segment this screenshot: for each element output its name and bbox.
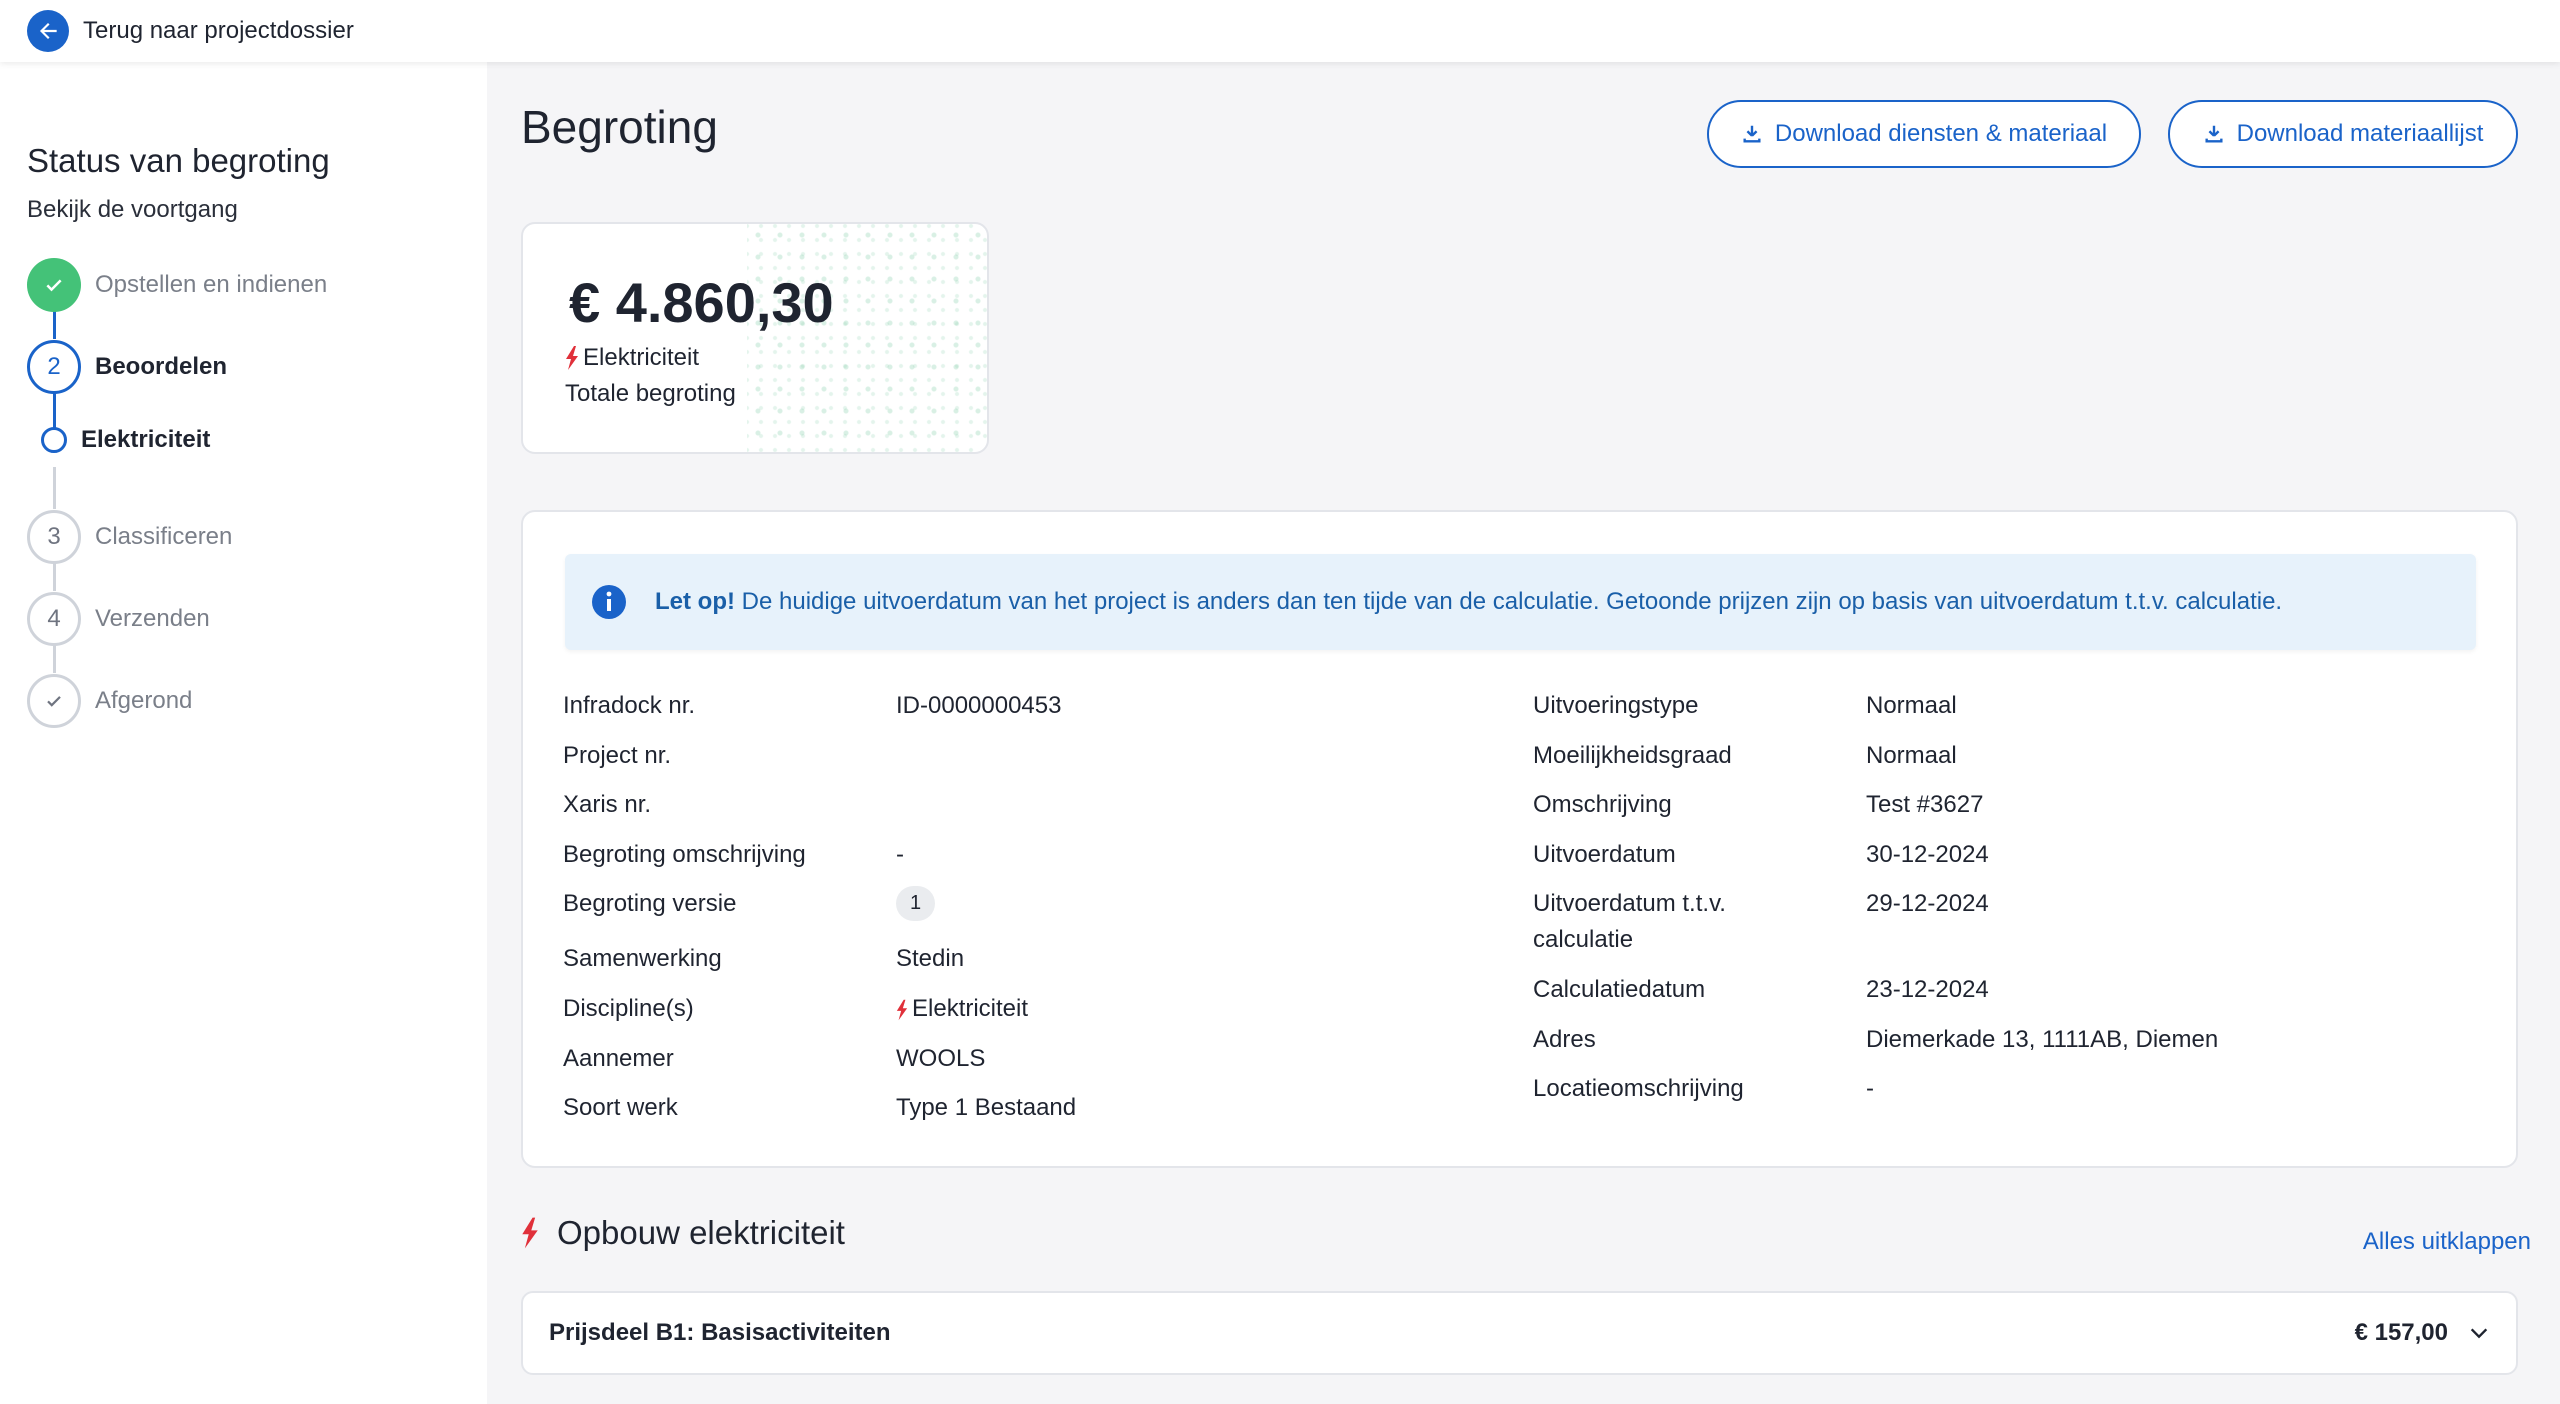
lightning-icon: [521, 1217, 539, 1249]
back-button[interactable]: Terug naar projectdossier: [27, 10, 354, 52]
project-info-card: Let op! De huidige uitvoerdatum van het …: [521, 510, 2518, 1168]
check-icon: [27, 674, 81, 728]
section-title: Opbouw elektriciteit: [521, 1214, 845, 1252]
total-budget-card: € 4.860,30 Elektriciteit Totale begrotin…: [521, 222, 989, 454]
field-value: -: [896, 841, 904, 868]
field-key: Adres: [1533, 1026, 1596, 1053]
field-value: Normaal: [1866, 692, 1957, 719]
download-icon: [2203, 123, 2225, 145]
accordion-amount: € 157,00: [2354, 1319, 2448, 1346]
arrow-left-icon: [27, 10, 69, 52]
field-value: Diemerkade 13, 1111AB, Diemen: [1866, 1026, 2219, 1053]
step-label: Classificeren: [95, 523, 233, 550]
main-content: Begroting Download diensten & materiaal …: [487, 62, 2560, 1404]
field-key: Soort werk: [563, 1094, 678, 1121]
step-opstellen: Opstellen en indienen: [27, 257, 327, 313]
step-afgerond: Afgerond: [27, 673, 192, 729]
step-connector: [53, 563, 56, 591]
field-key: Locatieomschrijving: [1533, 1075, 1744, 1102]
field-key: Calculatiedatum: [1533, 976, 1706, 1003]
check-icon: [27, 258, 81, 312]
step-number: 4: [27, 592, 81, 646]
total-label: Totale begroting: [565, 380, 736, 407]
field-value: Stedin: [896, 945, 965, 972]
step-classificeren: 3 Classificeren: [27, 509, 232, 565]
page-title: Begroting: [521, 101, 718, 153]
total-discipline: Elektriciteit: [565, 344, 699, 372]
back-label: Terug naar projectdossier: [83, 17, 354, 44]
field-value: ID-0000000453: [896, 692, 1062, 719]
field-key: Project nr.: [563, 742, 672, 769]
status-sidebar: Status van begroting Bekijk de voortgang…: [0, 62, 487, 1404]
top-bar: Terug naar projectdossier: [0, 0, 2560, 62]
field-key: Infradock nr.: [563, 692, 696, 719]
field-key: Moeilijkheidsgraad: [1533, 742, 1732, 769]
step-connector: [53, 645, 56, 673]
download-materials-button[interactable]: Download materiaallijst: [2168, 100, 2518, 168]
step-label: Afgerond: [95, 687, 193, 714]
section-title-label: Opbouw elektriciteit: [557, 1214, 845, 1251]
field-value: Test #3627: [1866, 791, 1984, 818]
progress-steps: Opstellen en indienen 2 Beoordelen Elekt…: [27, 257, 467, 817]
field-value: 30-12-2024: [1866, 841, 1989, 868]
step-verzenden: 4 Verzenden: [27, 591, 210, 647]
field-key: Begroting versie: [563, 890, 737, 917]
field-key-line2: calculatie: [1533, 926, 1634, 953]
total-amount: € 4.860,30: [569, 271, 834, 334]
version-badge-text: 1: [896, 886, 936, 921]
step-label: Beoordelen: [95, 353, 228, 380]
field-value: WOOLS: [896, 1045, 986, 1072]
field-key: Begroting omschrijving: [563, 841, 806, 868]
step-number: 2: [27, 340, 81, 394]
download-icon: [1741, 123, 1763, 145]
field-key: Samenwerking: [563, 945, 722, 972]
sidebar-subtitle: Bekijk de voortgang: [27, 196, 238, 223]
field-value: 29-12-2024: [1866, 890, 1989, 917]
accordion-amount-wrap: € 157,00: [2355, 1319, 2490, 1347]
step-beoordelen: 2 Beoordelen: [27, 339, 227, 395]
right-fields: Uitvoeringstype Normaal Moeilijkheidsgra…: [1533, 512, 2493, 1170]
accordion-row[interactable]: Prijsdeel B1: Basisactiviteiten € 157,00: [521, 1291, 2518, 1375]
lightning-icon: [565, 346, 579, 370]
field-key: Uitvoerdatum: [1533, 841, 1676, 868]
left-fields: Infradock nr. ID-0000000453 Project nr. …: [563, 512, 1463, 1170]
chevron-down-icon: [2468, 1322, 2490, 1344]
field-key: Xaris nr.: [563, 791, 652, 818]
step-label: Elektriciteit: [81, 426, 211, 453]
accordion-label: Prijsdeel B1: Basisactiviteiten: [549, 1319, 891, 1346]
field-value: Type 1 Bestaand: [896, 1094, 1077, 1121]
sidebar-title: Status van begroting: [27, 142, 330, 179]
field-key: Aannemer: [563, 1045, 674, 1072]
step-label: Verzenden: [95, 605, 210, 632]
decorative-pattern: [747, 224, 987, 452]
step-connector: [53, 467, 56, 509]
download-services-label: Download diensten & materiaal: [1774, 120, 2108, 147]
step-elektriciteit: Elektriciteit: [27, 412, 210, 468]
lightning-icon: [896, 999, 908, 1021]
version-badge: 1: [896, 886, 936, 921]
field-value: Normaal: [1866, 742, 1957, 769]
download-services-button[interactable]: Download diensten & materiaal: [1707, 100, 2141, 168]
step-connector: [53, 311, 56, 339]
step-number: 3: [27, 510, 81, 564]
step-label: Opstellen en indienen: [95, 271, 328, 298]
field-key: Uitvoeringstype: [1533, 692, 1699, 719]
field-key: Uitvoerdatum t.t.v.: [1533, 890, 1726, 917]
field-value: Elektriciteit: [896, 995, 1028, 1023]
download-materials-label: Download materiaallijst: [2236, 120, 2484, 147]
field-key: Omschrijving: [1533, 791, 1672, 818]
total-discipline-label: Elektriciteit: [583, 344, 700, 371]
field-value: 23-12-2024: [1866, 976, 1989, 1003]
expand-all-link[interactable]: Alles uitklappen: [2363, 1228, 2531, 1256]
field-key: Discipline(s): [563, 995, 694, 1022]
discipline-value: Elektriciteit: [912, 995, 1029, 1022]
field-value: -: [1866, 1075, 1874, 1102]
substep-dot: [41, 427, 67, 453]
